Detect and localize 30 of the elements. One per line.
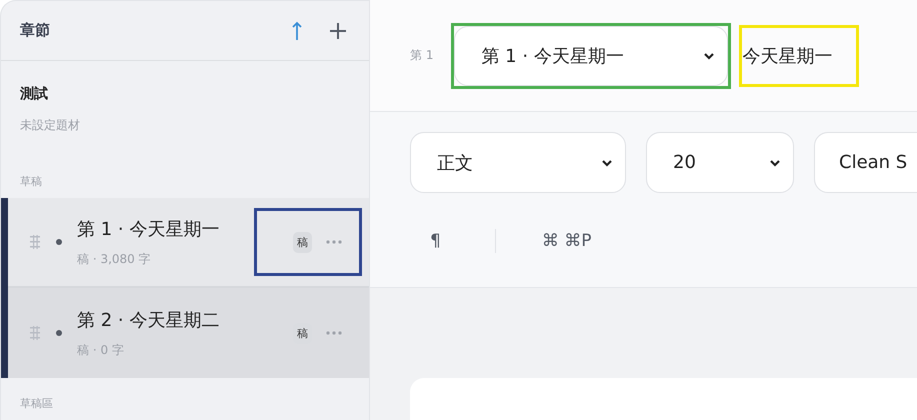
chevron-down-icon <box>769 158 781 166</box>
chapter-meta: 稿 · 0 字 <box>77 342 125 358</box>
chevron-down-icon <box>601 158 613 166</box>
chevron-down-icon <box>703 52 716 60</box>
sidebar-title: 章節 <box>20 21 51 40</box>
arrow-up-icon[interactable] <box>291 20 303 40</box>
chapter-title: 第 1 · 今天星期一 <box>77 218 220 240</box>
bullet-icon <box>56 239 62 245</box>
chapter-item[interactable]: 第 2 · 今天星期二 稿 · 0 字 稿 <box>8 288 369 378</box>
paragraph-button[interactable]: ¶ <box>430 231 441 251</box>
status-badge: 稿 <box>293 232 312 252</box>
drag-handle-icon[interactable] <box>30 326 40 340</box>
more-icon[interactable] <box>326 240 342 244</box>
chapter-meta: 稿 · 3,080 字 <box>77 250 152 268</box>
chapter-item[interactable]: 第 1 · 今天星期一 稿 · 3,080 字 稿 <box>8 198 369 288</box>
add-icon[interactable] <box>329 22 347 40</box>
style-select[interactable]: 正文 <box>410 132 626 193</box>
bullet-icon <box>56 330 62 336</box>
size-select[interactable]: 20 <box>646 132 794 193</box>
shortcut-button[interactable]: ⌘ ⌘P <box>542 231 592 251</box>
drag-handle-icon[interactable] <box>30 235 40 249</box>
more-icon[interactable] <box>326 331 342 335</box>
section-label: 草稿區 <box>19 396 54 411</box>
chapter-select[interactable]: 第 1 · 今天星期一 <box>454 26 728 86</box>
project-name: 測試 <box>20 85 49 103</box>
font-select[interactable]: Clean S <box>814 132 917 193</box>
section-label: 草稿 <box>19 174 43 189</box>
chapter-title: 第 2 · 今天星期二 <box>77 308 220 332</box>
chapter-label: 第 1 <box>410 47 434 64</box>
project-genre: 未設定題材 <box>20 117 81 134</box>
